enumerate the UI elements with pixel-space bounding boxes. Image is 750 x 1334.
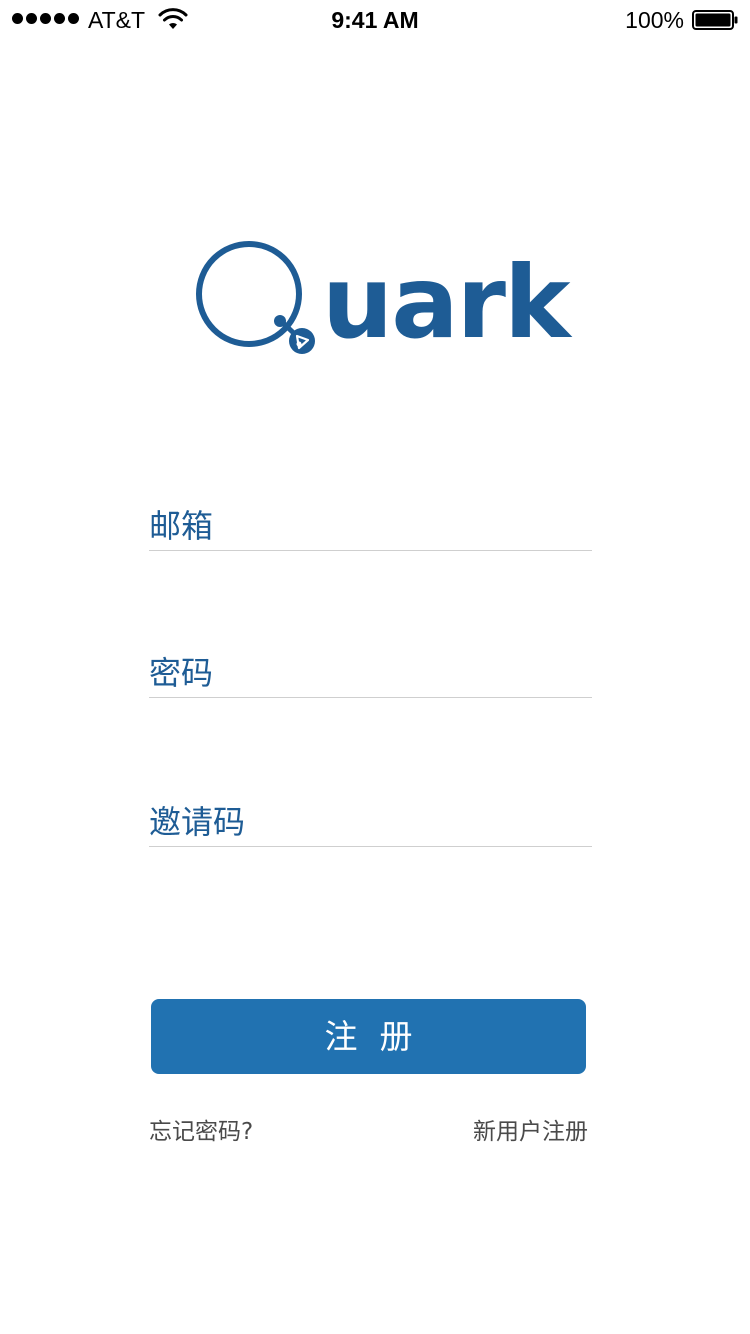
- email-field-container: [149, 502, 592, 551]
- invite-code-field-container: [149, 798, 592, 847]
- new-user-signup-link[interactable]: 新用户注册: [473, 1116, 588, 1148]
- quark-logo: uark: [196, 236, 570, 360]
- status-bar: AT&T 9:41 AM 100%: [0, 0, 750, 40]
- email-field[interactable]: [149, 502, 592, 550]
- logo-q-ring-icon: [196, 241, 315, 354]
- forgot-password-link[interactable]: 忘记密码?: [149, 1116, 253, 1148]
- logo-wordmark: uark: [322, 244, 570, 361]
- battery-icon: [692, 10, 738, 30]
- register-button[interactable]: 注册: [151, 999, 586, 1074]
- invite-code-field[interactable]: [149, 798, 592, 846]
- password-field-container: [149, 649, 592, 698]
- battery-percent: 100%: [625, 7, 684, 33]
- password-field[interactable]: [149, 649, 592, 697]
